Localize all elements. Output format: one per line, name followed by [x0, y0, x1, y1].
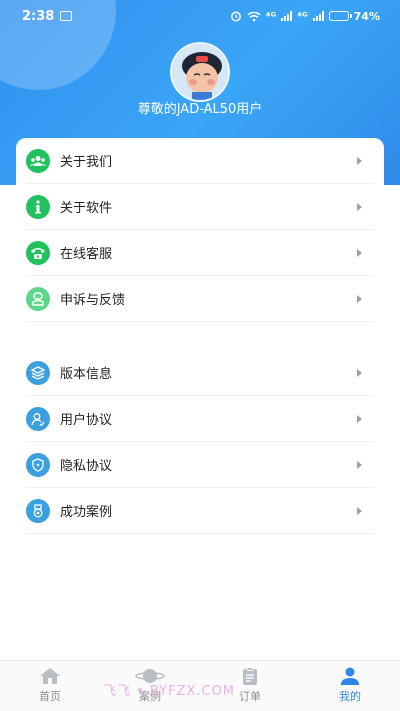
- menu-item-version-info[interactable]: 版本信息: [26, 350, 374, 396]
- menu-item-user-agreement[interactable]: 用户协议: [26, 396, 374, 442]
- person-icon: [341, 667, 359, 685]
- signal-icon-a: [281, 11, 293, 21]
- chevron-right-icon: [357, 202, 362, 211]
- chevron-right-icon: [357, 368, 362, 377]
- status-bar: 2:38 ⁴ᴳ ⁴ᴳ 74%: [0, 0, 400, 32]
- feedback-icon: [26, 286, 50, 311]
- tab-cases[interactable]: 案例: [100, 661, 200, 711]
- tab-label: 我的: [339, 690, 361, 703]
- menu-item-about-us[interactable]: 关于我们: [26, 138, 374, 184]
- phone-icon: [26, 240, 50, 265]
- planet-icon: [135, 669, 165, 683]
- menu-item-privacy-policy[interactable]: 隐私协议: [26, 442, 374, 488]
- alarm-icon: [230, 11, 241, 22]
- chevron-right-icon: [357, 248, 362, 257]
- shield-icon: [26, 452, 50, 477]
- user-agreement-icon: [26, 406, 50, 431]
- network-type-a: ⁴ᴳ: [265, 9, 277, 23]
- chevron-right-icon: [357, 156, 362, 165]
- users-icon: [26, 148, 50, 173]
- menu-item-about-software[interactable]: 关于软件: [26, 184, 374, 230]
- layers-icon: [26, 360, 50, 385]
- avatar-image: [172, 44, 228, 100]
- tab-mine[interactable]: 我的: [300, 661, 400, 711]
- tab-orders[interactable]: 订单: [200, 661, 300, 711]
- tab-home[interactable]: 首页: [0, 661, 100, 711]
- info-icon: [26, 194, 50, 219]
- tab-label: 首页: [39, 690, 61, 703]
- menu-label: 关于我们: [60, 155, 113, 170]
- menu-label: 在线客服: [60, 247, 113, 262]
- tab-label: 订单: [239, 690, 261, 703]
- menu-label: 成功案例: [60, 505, 113, 520]
- status-time: 2:38: [22, 8, 55, 24]
- menu-label: 隐私协议: [60, 459, 113, 474]
- chevron-right-icon: [357, 506, 362, 515]
- menu-label: 版本信息: [60, 367, 113, 382]
- network-type-b: ⁴ᴳ: [297, 9, 308, 23]
- menu-label: 申诉与反馈: [60, 293, 126, 308]
- wifi-icon: [247, 11, 261, 21]
- battery-percent: 74%: [353, 9, 380, 23]
- home-icon: [40, 668, 60, 684]
- menu-item-feedback[interactable]: 申诉与反馈: [26, 276, 374, 322]
- menu-item-online-service[interactable]: 在线客服: [26, 230, 374, 276]
- menu-label: 关于软件: [60, 201, 113, 216]
- medal-icon: [26, 498, 50, 523]
- menu-item-success-cases[interactable]: 成功案例: [26, 488, 374, 534]
- chevron-right-icon: [357, 294, 362, 303]
- chevron-right-icon: [357, 460, 362, 469]
- menu-label: 用户协议: [60, 413, 113, 428]
- chevron-right-icon: [357, 414, 362, 423]
- username: 尊敬的JAD-AL50用户: [137, 102, 263, 117]
- gallery-notification-icon: [60, 11, 73, 21]
- bottom-tab-bar: 首页 案例 订单 我的: [0, 660, 400, 711]
- clipboard-icon: [243, 667, 257, 685]
- signal-icon-b: [312, 11, 324, 21]
- menu-card: 关于我们 关于软件 在线客服 申诉与反馈 版本信息 用户协议 隐私协议 成功案例: [16, 138, 384, 658]
- tab-label: 案例: [139, 690, 161, 703]
- avatar[interactable]: [170, 42, 230, 102]
- battery-icon: [328, 11, 352, 21]
